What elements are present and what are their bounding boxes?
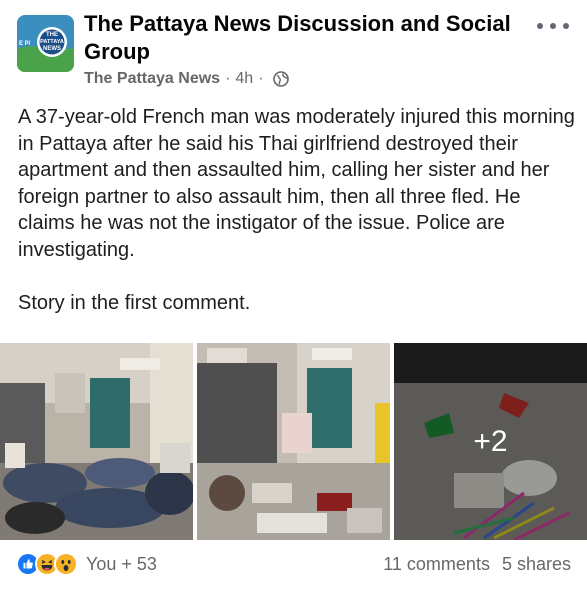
post-footer: You + 53 11 comments 5 shares <box>0 548 587 582</box>
reaction-count[interactable]: You + 53 <box>86 554 157 575</box>
author-link[interactable]: The Pattaya News <box>84 70 220 88</box>
post-paragraph: A 37-year-old French man was moderately … <box>18 106 575 261</box>
photo-3[interactable]: +2 <box>394 343 587 540</box>
photo-2[interactable] <box>197 343 390 540</box>
post-header: THE PATTAYA NEWS E P/ The Pattaya News D… <box>0 0 587 92</box>
post-paragraph: Story in the first comment. <box>18 292 251 315</box>
post-meta: The Pattaya News · 4h · <box>84 68 289 90</box>
post-time[interactable]: 4h <box>235 70 253 88</box>
meta-separator: · <box>225 70 231 87</box>
globe-icon <box>272 71 289 87</box>
wow-icon <box>54 552 78 576</box>
photo-1[interactable] <box>0 343 193 540</box>
logo-text-top: THE <box>46 32 58 38</box>
reactions-summary[interactable]: You + 53 <box>16 552 157 576</box>
group-avatar[interactable]: THE PATTAYA NEWS E P/ <box>17 15 74 72</box>
more-photos-overlay[interactable]: +2 <box>394 343 587 540</box>
post-body: A 37-year-old French man was moderately … <box>18 104 578 317</box>
comments-count[interactable]: 11 comments <box>383 554 490 575</box>
logo-text-side: E P/ <box>19 41 31 47</box>
shares-count[interactable]: 5 shares <box>502 554 571 575</box>
logo-text-middle: PATTAYA <box>40 39 64 45</box>
post-stats: 11 comments 5 shares <box>383 554 571 575</box>
more-options-icon[interactable] <box>537 16 569 36</box>
logo-text-bottom: NEWS <box>43 46 61 52</box>
photo-grid: +2 <box>0 343 587 540</box>
group-logo: THE PATTAYA NEWS E P/ <box>17 15 74 72</box>
meta-separator: · <box>258 70 264 87</box>
group-name-link[interactable]: The Pattaya News Discussion and Social G… <box>84 10 524 66</box>
